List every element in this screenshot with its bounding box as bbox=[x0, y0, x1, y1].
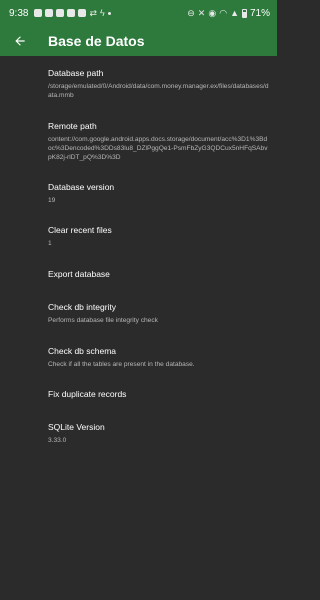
setting-database-version[interactable]: Database version 19 bbox=[48, 182, 269, 205]
back-button[interactable] bbox=[8, 29, 32, 53]
setting-title: Fix duplicate records bbox=[48, 389, 127, 399]
setting-subtitle: Check if all the tables are present in t… bbox=[48, 361, 195, 368]
setting-export-database[interactable]: Export database bbox=[48, 269, 269, 280]
dnd-icon: ⊖ bbox=[187, 7, 195, 18]
setting-sqlite-version[interactable]: SQLite Version 3.33.0 bbox=[48, 422, 269, 445]
youtube-icon bbox=[67, 9, 76, 17]
setting-check-db-integrity[interactable]: Check db integrity Performs database fil… bbox=[48, 302, 269, 325]
setting-subtitle: 1 bbox=[48, 240, 52, 247]
youtube-icon bbox=[45, 9, 54, 17]
setting-remote-path[interactable]: Remote path content://com.google.android… bbox=[48, 121, 269, 162]
youtube-icon bbox=[34, 9, 43, 17]
share-icon: ⇄ bbox=[89, 7, 98, 18]
dot-icon bbox=[107, 11, 111, 15]
setting-clear-recent-files[interactable]: Clear recent files 1 bbox=[48, 225, 269, 248]
setting-title: Database version bbox=[48, 182, 115, 192]
setting-check-db-schema[interactable]: Check db schema Check if all the tables … bbox=[48, 346, 269, 369]
hotspot-icon: ◉ bbox=[208, 7, 217, 18]
setting-title: Clear recent files bbox=[48, 225, 112, 235]
youtube-icon bbox=[56, 9, 65, 17]
status-bar: 9:38 ⇄ ϟ ⊖ ✕ ◉ ◠ ▲ 71% bbox=[0, 0, 277, 26]
setting-subtitle: content://com.google.android.apps.docs.s… bbox=[48, 136, 268, 161]
setting-subtitle: Performs database file integrity check bbox=[48, 317, 158, 324]
setting-fix-duplicate-records[interactable]: Fix duplicate records bbox=[48, 389, 269, 400]
setting-title: Check db schema bbox=[48, 346, 117, 356]
youtube-icon bbox=[78, 9, 87, 17]
battery-percent: 71% bbox=[249, 7, 270, 19]
status-time: 9:38 bbox=[9, 7, 29, 19]
setting-subtitle: /storage/emulated/0/Android/data/com.mon… bbox=[48, 83, 269, 99]
wifi-icon: ◠ bbox=[219, 7, 228, 18]
setting-subtitle: 3.33.0 bbox=[48, 437, 67, 444]
setting-title: Remote path bbox=[48, 121, 97, 131]
battery-icon bbox=[241, 8, 247, 18]
signal-icon: ▲ bbox=[230, 7, 239, 18]
status-bar-right: ⊖ ✕ ◉ ◠ ▲ 71% bbox=[187, 8, 270, 19]
app-bar: Base de Datos bbox=[0, 26, 277, 56]
mute-icon: ✕ bbox=[197, 7, 206, 18]
setting-subtitle: 19 bbox=[48, 197, 56, 204]
page-title: Base de Datos bbox=[48, 33, 145, 49]
setting-title: SQLite Version bbox=[48, 422, 105, 432]
status-bar-left: 9:38 ⇄ ϟ bbox=[9, 8, 111, 19]
bolt-icon: ϟ bbox=[100, 7, 105, 18]
setting-title: Check db integrity bbox=[48, 302, 117, 312]
setting-database-path[interactable]: Database path /storage/emulated/0/Androi… bbox=[48, 68, 269, 100]
setting-title: Export database bbox=[48, 269, 110, 279]
arrow-back-icon bbox=[15, 36, 25, 46]
setting-title: Database path bbox=[48, 68, 104, 78]
